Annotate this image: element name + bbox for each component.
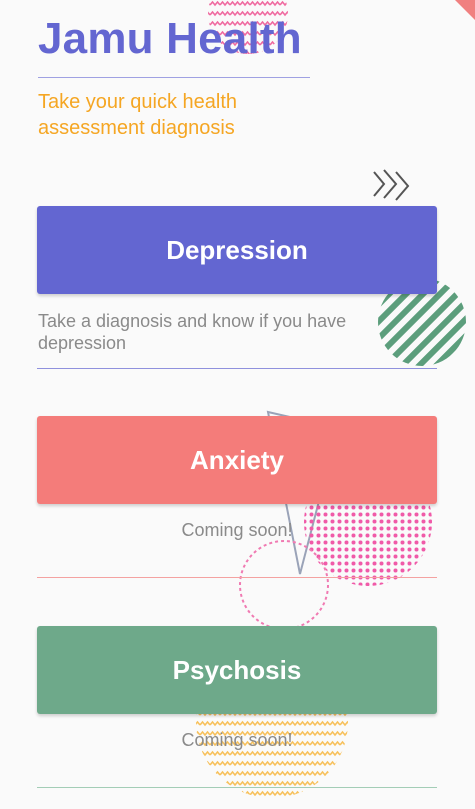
psychosis-button[interactable]: Psychosis (37, 626, 437, 714)
chevrons-decoration (373, 169, 410, 201)
anxiety-divider (37, 577, 437, 578)
anxiety-button[interactable]: Anxiety (37, 416, 437, 504)
title-divider (38, 77, 310, 78)
anxiety-description: Coming soon! (181, 520, 293, 540)
depression-divider (37, 368, 437, 369)
pink-dashed-circle (239, 540, 329, 630)
subtitle: Take your quick health assessment diagno… (38, 91, 238, 139)
psychosis-description: Coming soon! (181, 730, 293, 750)
depression-description: Take a diagnosis and know if you have de… (38, 311, 347, 353)
depression-button[interactable]: Depression (37, 206, 437, 294)
psychosis-divider (37, 787, 437, 788)
app-title: Jamu Health (38, 14, 302, 63)
corner-accent (455, 0, 475, 20)
